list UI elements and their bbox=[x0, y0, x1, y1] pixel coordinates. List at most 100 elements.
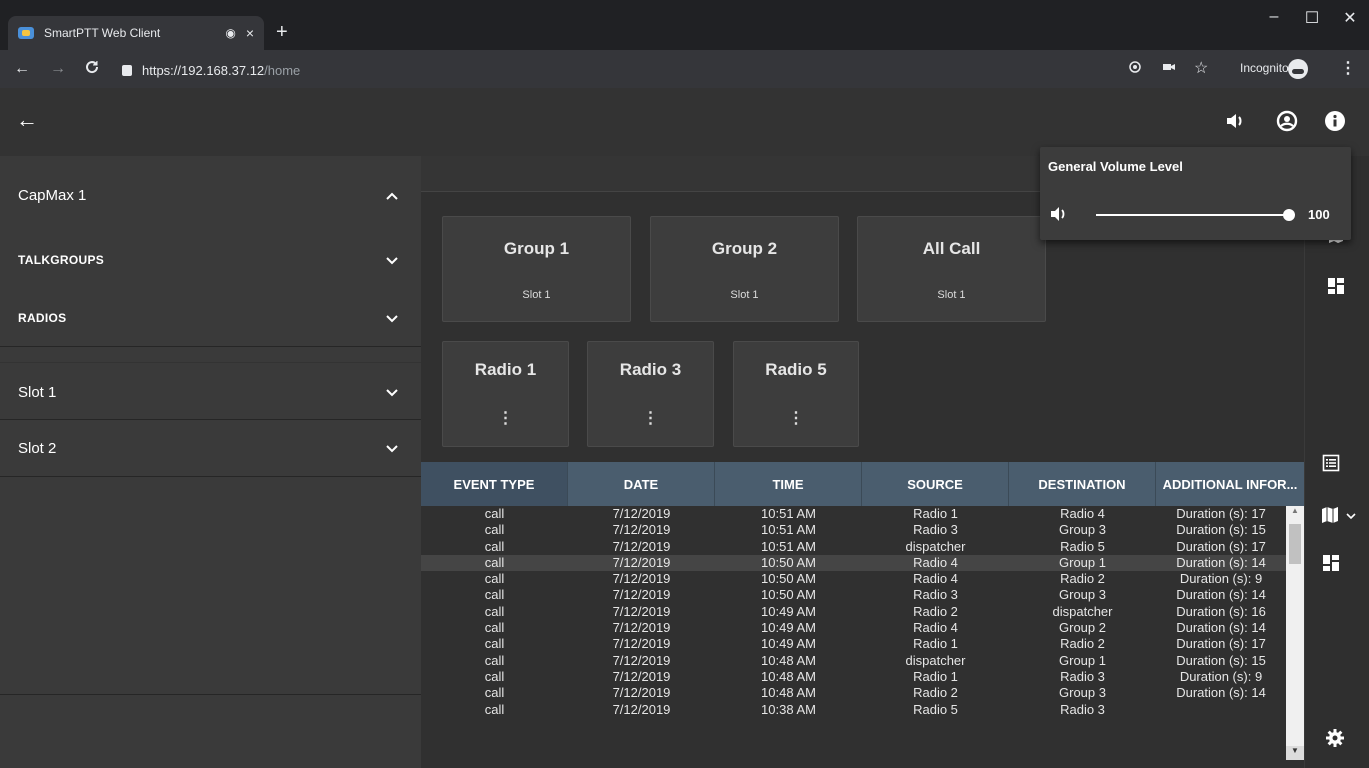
radio-tile[interactable]: Radio 5 ⋮ bbox=[733, 341, 859, 447]
column-header-additional-info[interactable]: ADDITIONAL INFOR... bbox=[1156, 462, 1304, 506]
scrollbar-thumb[interactable] bbox=[1289, 524, 1301, 564]
table-scrollbar[interactable]: ▲ ▼ bbox=[1286, 506, 1304, 760]
cell-additional-info: Duration (s): 9 bbox=[1179, 668, 1263, 684]
volume-slider-thumb[interactable] bbox=[1283, 209, 1295, 221]
account-icon[interactable] bbox=[1274, 108, 1300, 134]
cell-destination: Group 1 bbox=[1059, 554, 1106, 570]
chevron-down-icon[interactable] bbox=[386, 252, 398, 268]
table-row[interactable]: call 7/12/2019 10:51 AM Radio 3 Group 3 Durat… bbox=[421, 522, 1286, 538]
column-header-destination[interactable]: DESTINATION bbox=[1009, 462, 1156, 506]
chevron-down-icon[interactable] bbox=[386, 440, 398, 456]
bookmark-star-icon[interactable]: ☆ bbox=[1194, 58, 1208, 78]
table-row[interactable]: call 7/12/2019 10:38 AM Radio 5 Radio 3 bbox=[421, 702, 1286, 718]
speaker-icon[interactable] bbox=[1222, 108, 1248, 134]
table-row[interactable]: call 7/12/2019 10:51 AM Radio 1 Radio 4 Durat… bbox=[421, 506, 1286, 522]
radios-section[interactable]: RADIOS bbox=[0, 306, 421, 330]
window-minimize-icon[interactable]: – bbox=[1264, 8, 1284, 26]
browser-forward-icon[interactable]: → bbox=[50, 60, 66, 78]
browser-back-icon[interactable]: ← bbox=[14, 60, 30, 78]
new-tab-icon[interactable]: + bbox=[276, 22, 288, 42]
talkgroup-slot: Slot 1 bbox=[730, 289, 759, 301]
browser-tab[interactable]: SmartPTT Web Client ◉ × bbox=[8, 16, 264, 50]
table-row[interactable]: call 7/12/2019 10:49 AM Radio 1 Radio 2 Durat… bbox=[421, 636, 1286, 652]
cell-event-type: call bbox=[484, 636, 505, 652]
column-header-source[interactable]: SOURCE bbox=[862, 462, 1009, 506]
cell-source: Radio 3 bbox=[913, 587, 958, 603]
volume-value: 100 bbox=[1308, 207, 1330, 222]
talkgroup-slot: Slot 1 bbox=[937, 289, 966, 301]
cell-time: 10:49 AM bbox=[761, 636, 816, 652]
cell-date: 7/12/2019 bbox=[612, 636, 671, 652]
window-maximize-icon[interactable]: ☐ bbox=[1302, 8, 1322, 28]
slot1-section[interactable]: Slot 1 bbox=[0, 378, 421, 406]
browser-tab-strip: SmartPTT Web Client ◉ × + – ☐ ✕ bbox=[0, 0, 1369, 50]
table-row[interactable]: call 7/12/2019 10:51 AM dispatcher Radio 5 Du… bbox=[421, 539, 1286, 555]
table-row[interactable]: call 7/12/2019 10:48 AM Radio 2 Group 3 Durat… bbox=[421, 685, 1286, 701]
more-vert-icon[interactable]: ⋮ bbox=[443, 408, 568, 428]
incognito-icon[interactable] bbox=[1288, 59, 1308, 79]
map-icon[interactable] bbox=[1320, 505, 1340, 525]
talkgroups-section[interactable]: TALKGROUPS bbox=[0, 248, 421, 272]
cell-time: 10:50 AM bbox=[761, 554, 816, 570]
speaker-icon[interactable] bbox=[1050, 206, 1068, 222]
cell-destination: dispatcher bbox=[1052, 603, 1113, 619]
column-header-time[interactable]: TIME bbox=[715, 462, 862, 506]
table-row[interactable]: call 7/12/2019 10:49 AM Radio 2 dispatcher Du… bbox=[421, 604, 1286, 620]
table-row[interactable]: call 7/12/2019 10:50 AM Radio 4 Group 1 Durat… bbox=[421, 554, 1286, 572]
column-header-event-type[interactable]: EVENT TYPE bbox=[421, 462, 568, 506]
lock-icon bbox=[122, 64, 132, 76]
address-bar[interactable]: https://192.168.37.12/home bbox=[110, 57, 300, 83]
cell-source: Radio 1 bbox=[913, 506, 958, 521]
table-row[interactable]: call 7/12/2019 10:48 AM Radio 1 Radio 3 Durat… bbox=[421, 669, 1286, 685]
tab-close-icon[interactable]: × bbox=[246, 25, 254, 41]
cell-additional-info: Duration (s): 14 bbox=[1176, 587, 1266, 603]
cell-event-type: call bbox=[484, 587, 505, 603]
table-row[interactable]: call 7/12/2019 10:50 AM Radio 4 Radio 2 Durat… bbox=[421, 571, 1286, 587]
table-row[interactable]: call 7/12/2019 10:49 AM Radio 4 Group 2 Durat… bbox=[421, 620, 1286, 636]
tab-title: SmartPTT Web Client bbox=[44, 26, 161, 40]
cell-event-type: call bbox=[484, 538, 505, 554]
volume-title: General Volume Level bbox=[1048, 159, 1183, 174]
back-arrow-icon[interactable]: ← bbox=[16, 108, 38, 132]
settings-gear-icon[interactable] bbox=[1325, 728, 1345, 748]
divider bbox=[0, 362, 421, 363]
smartptt-favicon-icon bbox=[18, 27, 34, 39]
divider bbox=[0, 476, 421, 477]
table-row[interactable]: call 7/12/2019 10:48 AM dispatcher Group 1 Du… bbox=[421, 653, 1286, 669]
cell-time: 10:38 AM bbox=[761, 701, 816, 717]
chevron-up-icon[interactable] bbox=[386, 187, 398, 203]
slot2-section[interactable]: Slot 2 bbox=[0, 434, 421, 462]
reload-icon[interactable] bbox=[84, 59, 100, 80]
cell-source: Radio 4 bbox=[913, 554, 958, 570]
cell-event-type: call bbox=[484, 668, 505, 684]
column-header-date[interactable]: DATE bbox=[568, 462, 715, 506]
talkgroups-label: TALKGROUPS bbox=[18, 253, 105, 267]
system-capmax[interactable]: CapMax 1 bbox=[0, 180, 421, 210]
cell-destination: Group 2 bbox=[1059, 620, 1106, 636]
talkgroup-tile[interactable]: All Call Slot 1 bbox=[857, 216, 1046, 322]
browser-menu-icon[interactable]: ⋮ bbox=[1340, 58, 1356, 78]
cell-source: Radio 1 bbox=[913, 636, 958, 652]
dashboard-icon[interactable] bbox=[1326, 276, 1346, 296]
cell-event-type: call bbox=[484, 522, 505, 538]
radio-tile[interactable]: Radio 1 ⋮ bbox=[442, 341, 569, 447]
dashboard-icon[interactable] bbox=[1321, 553, 1341, 573]
chevron-down-icon[interactable] bbox=[386, 384, 398, 400]
scroll-down-icon[interactable]: ▼ bbox=[1286, 746, 1304, 760]
window-close-icon[interactable]: ✕ bbox=[1340, 8, 1360, 28]
talkgroup-tile[interactable]: Group 1 Slot 1 bbox=[442, 216, 631, 322]
chevron-down-icon[interactable] bbox=[386, 310, 398, 326]
talkgroup-tile[interactable]: Group 2 Slot 1 bbox=[650, 216, 839, 322]
event-list-icon[interactable] bbox=[1321, 453, 1341, 473]
chevron-down-icon[interactable] bbox=[1344, 506, 1358, 526]
more-vert-icon[interactable]: ⋮ bbox=[588, 408, 713, 428]
camera-icon[interactable] bbox=[1162, 60, 1176, 76]
scroll-up-icon[interactable]: ▲ bbox=[1286, 506, 1304, 520]
radio-tile[interactable]: Radio 3 ⋮ bbox=[587, 341, 714, 447]
cell-event-type: call bbox=[484, 652, 505, 668]
location-icon[interactable] bbox=[1128, 60, 1142, 77]
more-vert-icon[interactable]: ⋮ bbox=[734, 408, 858, 428]
volume-slider-track[interactable] bbox=[1096, 214, 1289, 216]
info-icon[interactable] bbox=[1322, 108, 1348, 134]
table-row[interactable]: call 7/12/2019 10:50 AM Radio 3 Group 3 Durat… bbox=[421, 587, 1286, 603]
